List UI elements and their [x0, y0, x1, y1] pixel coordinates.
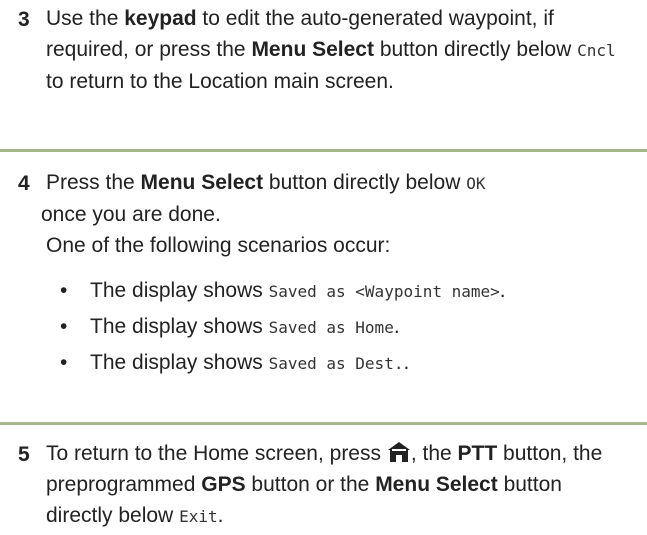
text-run: once you are done.	[41, 203, 221, 226]
bold-term: PTT	[457, 442, 498, 465]
text-run: Press the	[46, 171, 141, 194]
text-run: button or the	[245, 473, 376, 496]
screen-label: Saved as <Waypoint name>	[268, 282, 500, 301]
list-item: • The display shows Saved as <Waypoint n…	[60, 275, 633, 307]
step-number: 3	[18, 8, 30, 31]
text-run: Use the	[46, 7, 125, 30]
step-text: Press the Menu Select button directly be…	[41, 167, 633, 261]
screen-label: Saved as Dest.	[268, 354, 404, 373]
text-run: To return to the Home screen, press	[46, 442, 387, 465]
home-icon	[387, 441, 411, 463]
text-run: to return to the Location main screen.	[46, 70, 394, 93]
scenario-list: • The display shows Saved as <Waypoint n…	[60, 275, 633, 379]
step-number: 4	[18, 172, 30, 195]
screen-label: Saved as Home	[268, 318, 394, 337]
text-run: .	[499, 279, 506, 302]
text-run: .	[217, 504, 224, 527]
screen-label: Exit	[179, 507, 218, 526]
bullet-icon: •	[60, 279, 68, 302]
step-text: Use the keypad to edit the auto-generate…	[46, 3, 633, 97]
text-run: .	[393, 315, 400, 338]
text-run: The display shows	[90, 351, 269, 374]
bold-term: GPS	[201, 473, 246, 496]
bold-term: keypad	[124, 7, 197, 30]
text-run: button directly below	[263, 171, 467, 194]
text-run: One of the following scenarios occur:	[46, 234, 391, 257]
step-text: To return to the Home screen, press , th…	[46, 438, 633, 532]
text-run: The display shows	[90, 279, 269, 302]
section-divider	[0, 422, 647, 425]
bullet-icon: •	[60, 315, 68, 338]
section-divider	[0, 149, 647, 152]
bold-term: Menu Select	[251, 38, 374, 61]
list-item: • The display shows Saved as Dest..	[60, 347, 633, 379]
text-run: The display shows	[90, 315, 269, 338]
step-number: 5	[18, 443, 30, 466]
screen-label: Cncl	[577, 41, 616, 60]
bullet-icon: •	[60, 351, 68, 374]
screen-label: OK	[466, 174, 486, 193]
text-run: button directly below	[373, 38, 578, 61]
text-run: , the	[410, 442, 458, 465]
instructions-page: 3 Use the keypad to edit the auto-genera…	[0, 0, 647, 535]
list-item: • The display shows Saved as Home.	[60, 311, 633, 343]
text-run: .	[403, 351, 410, 374]
bold-term: Menu Select	[140, 171, 264, 194]
bold-term: Menu Select	[375, 473, 498, 496]
